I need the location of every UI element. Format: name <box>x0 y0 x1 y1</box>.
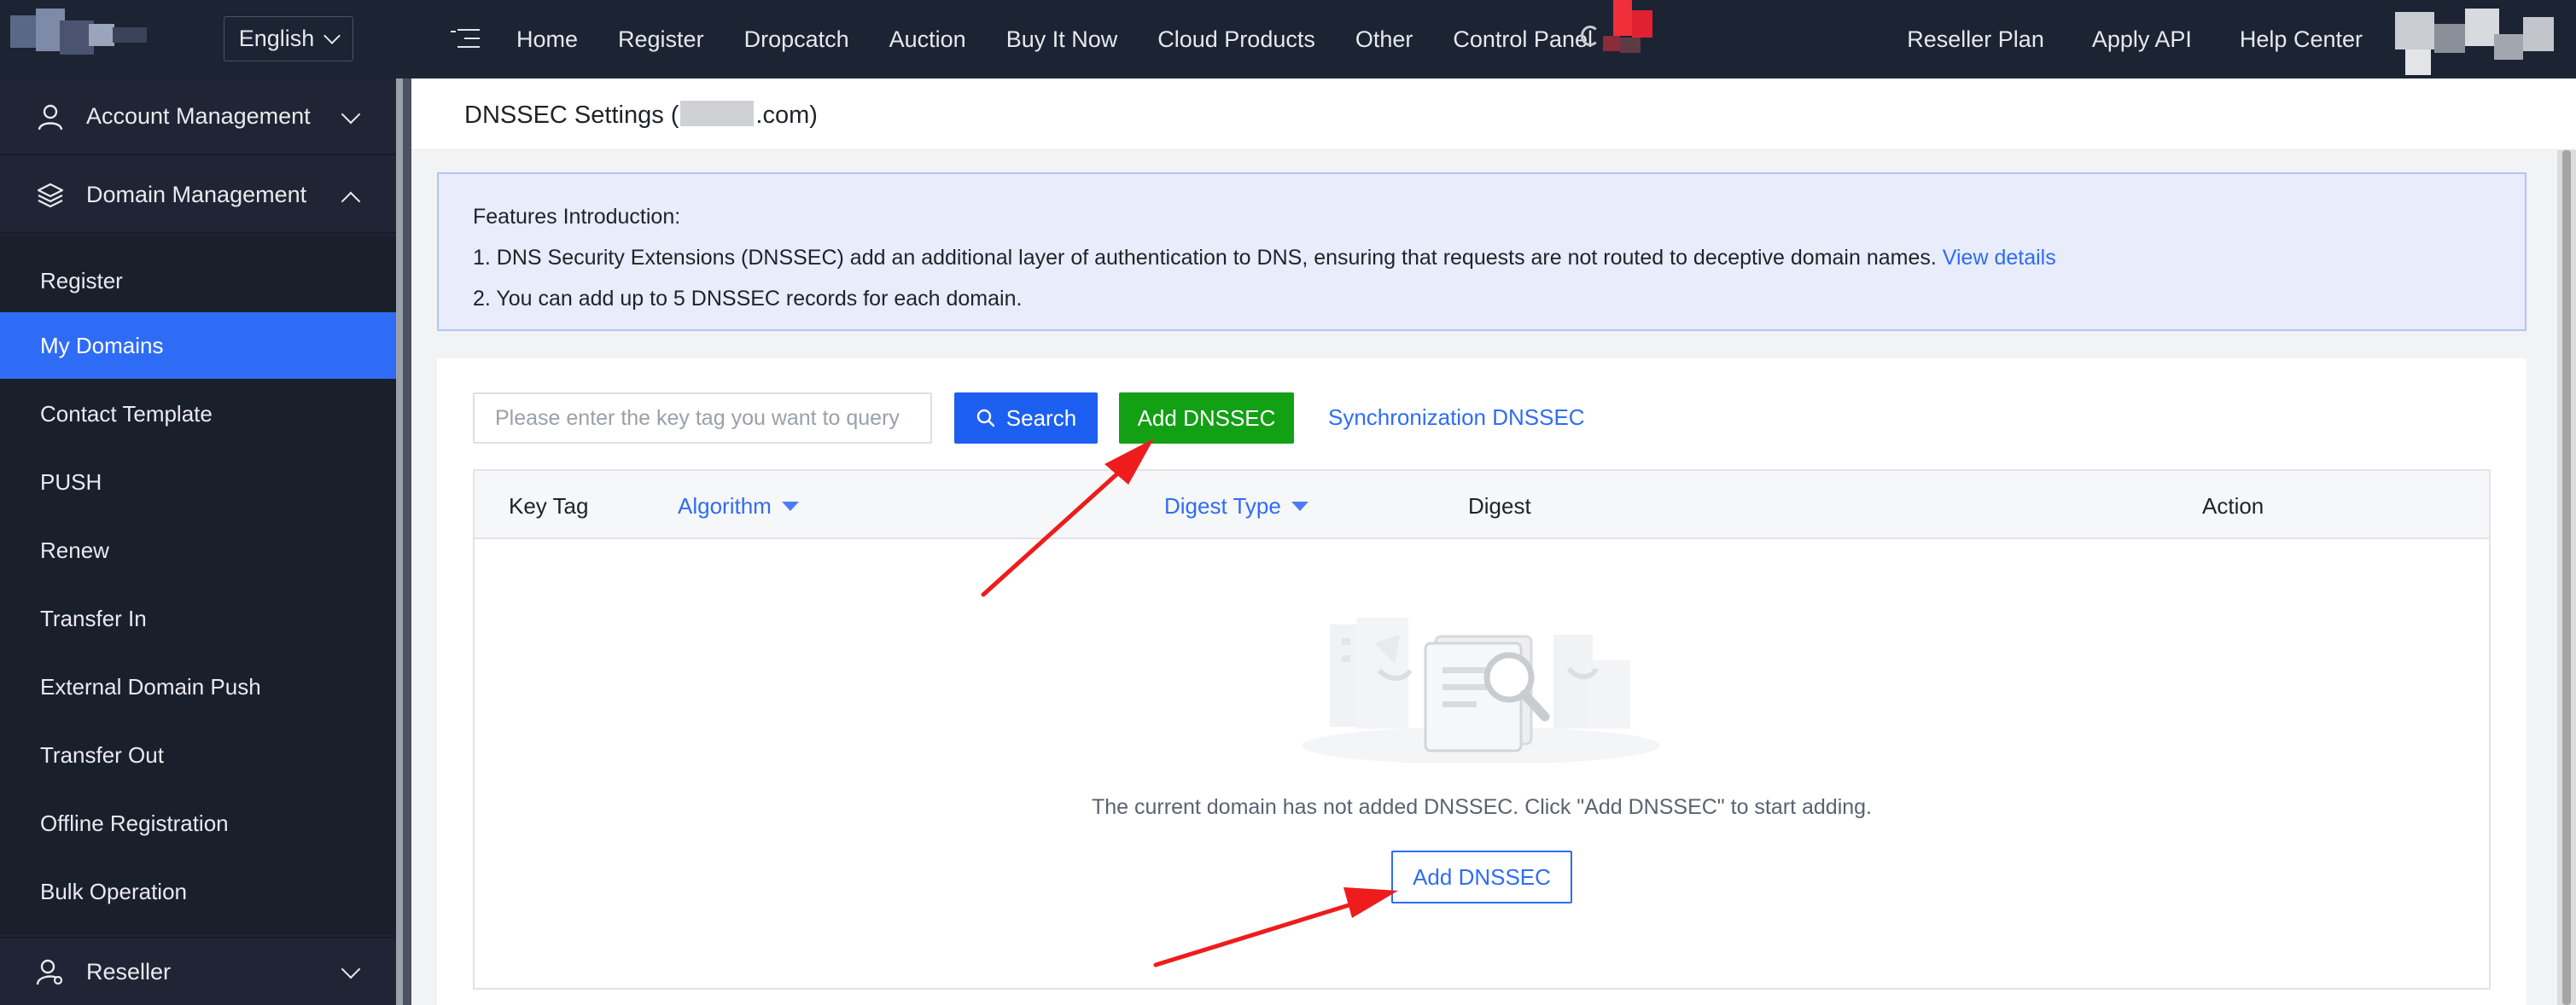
sidebar-divider <box>403 78 411 1005</box>
empty-state-message: The current domain has not added DNSSEC.… <box>1091 795 1872 819</box>
search-button[interactable]: Search <box>954 392 1098 444</box>
features-introduction: Features Introduction: 1. DNS Security E… <box>437 172 2526 331</box>
search-button-label: Search <box>1005 404 1077 431</box>
sidebar-group-label: Reseller <box>86 958 172 985</box>
top-right-links: Reseller Plan Apply API Help Center <box>1907 0 2363 78</box>
column-algorithm[interactable]: Algorithm <box>678 493 799 520</box>
page-header: DNSSEC Settings (.com) <box>411 78 2576 150</box>
sidebar-group-reseller[interactable]: Reseller <box>0 937 396 1005</box>
notification-icon[interactable] <box>1577 0 1663 56</box>
column-digest-type[interactable]: Digest Type <box>1164 493 1308 520</box>
search-icon <box>976 409 994 427</box>
brand-logo[interactable] <box>10 9 154 63</box>
sidebar-item-renew[interactable]: Renew <box>0 517 396 584</box>
synchronization-dnssec-link[interactable]: Synchronization DNSSEC <box>1328 404 1585 431</box>
user-icon <box>38 104 63 131</box>
user-settings-icon <box>36 959 63 985</box>
info-heading: Features Introduction: <box>473 205 681 229</box>
column-action: Action <box>2202 493 2264 519</box>
main-nav: Home Register Dropcatch Auction Buy It N… <box>516 0 1633 78</box>
nav-dropcatch[interactable]: Dropcatch <box>744 26 849 53</box>
sidebar-item-register[interactable]: Register <box>0 247 396 314</box>
sidebar-group-account[interactable]: Account Management <box>0 78 396 155</box>
layers-icon <box>37 183 64 208</box>
nav-home[interactable]: Home <box>516 26 578 53</box>
nav-register[interactable]: Register <box>618 26 704 53</box>
info-line-1: 1. DNS Security Extensions (DNSSEC) add … <box>473 246 2056 270</box>
sidebar-group-label: Domain Management <box>86 181 307 207</box>
page-title: DNSSEC Settings (.com) <box>464 101 818 129</box>
column-key-tag: Key Tag <box>509 493 589 519</box>
scrollbar-thumb[interactable] <box>2562 150 2571 1005</box>
redacted-domain <box>680 101 755 126</box>
chevron-down-icon <box>341 959 361 979</box>
nav-other[interactable]: Other <box>1355 26 1413 53</box>
column-digest: Digest <box>1468 493 1531 519</box>
nav-help-center[interactable]: Help Center <box>2240 26 2363 53</box>
filter-caret-icon[interactable] <box>781 502 799 511</box>
key-tag-search-input[interactable] <box>473 392 932 444</box>
nav-control-panel[interactable]: Control Panel <box>1453 26 1593 53</box>
sidebar-item-transfer-in[interactable]: Transfer In <box>0 585 396 652</box>
table-header: Key Tag Algorithm Digest Type Digest Act… <box>475 471 2489 539</box>
sidebar-group-label: Account Management <box>86 102 311 129</box>
nav-reseller-plan[interactable]: Reseller Plan <box>1907 26 2044 53</box>
sidebar-item-bulk-operation[interactable]: Bulk Operation <box>0 858 396 925</box>
sidebar-item-offline-registration[interactable]: Offline Registration <box>0 790 396 857</box>
sidebar-item-contact-template[interactable]: Contact Template <box>0 381 396 447</box>
menu-toggle-icon[interactable] <box>451 26 480 51</box>
top-navigation-bar: English Home Register Dropcatch Auction … <box>0 0 2576 78</box>
sidebar-submenu: Register My Domains Contact Template PUS… <box>0 235 396 935</box>
language-selector[interactable]: English <box>224 16 353 61</box>
sidebar-item-transfer-out[interactable]: Transfer Out <box>0 722 396 788</box>
sidebar-group-domain[interactable]: Domain Management <box>0 157 396 234</box>
nav-cloud-products[interactable]: Cloud Products <box>1157 26 1315 53</box>
filter-caret-icon[interactable] <box>1291 502 1308 511</box>
sidebar-item-external-domain-push[interactable]: External Domain Push <box>0 654 396 720</box>
chevron-up-icon <box>341 191 361 212</box>
view-details-link[interactable]: View details <box>1943 246 2056 270</box>
add-dnssec-button[interactable]: Add DNSSEC <box>1119 392 1294 444</box>
chevron-down-icon <box>323 26 341 44</box>
empty-document-search-icon <box>1302 618 1660 763</box>
add-dnssec-empty-button[interactable]: Add DNSSEC <box>1391 851 1572 903</box>
nav-auction[interactable]: Auction <box>889 26 966 53</box>
user-avatar[interactable] <box>2395 0 2566 78</box>
sidebar-item-my-domains[interactable]: My Domains <box>0 312 396 379</box>
nav-buy-it-now[interactable]: Buy It Now <box>1006 26 1118 53</box>
main-scrollbar[interactable] <box>2557 150 2576 1005</box>
sidebar-item-push[interactable]: PUSH <box>0 449 396 515</box>
chevron-down-icon <box>341 104 361 125</box>
language-label: English <box>238 26 315 51</box>
nav-apply-api[interactable]: Apply API <box>2092 26 2192 53</box>
info-line-2: 2. You can add up to 5 DNSSEC records fo… <box>473 287 1023 311</box>
